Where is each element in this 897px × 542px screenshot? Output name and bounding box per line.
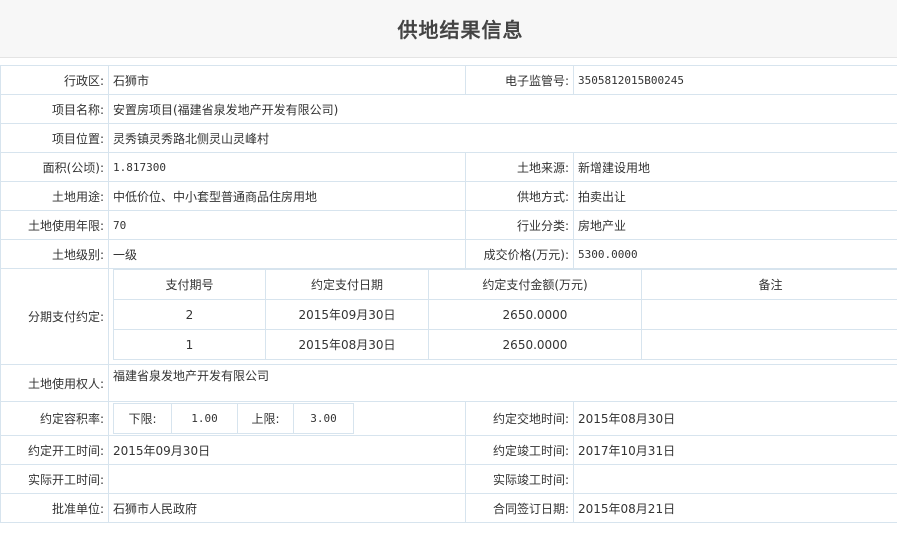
finish-label: 约定竣工时间: <box>465 435 574 465</box>
district-label: 行政区: <box>0 65 109 95</box>
far-lower-label: 下限: <box>113 403 172 434</box>
page-title: 供地结果信息 <box>397 18 524 42</box>
far-table: 下限: 1.00 上限: 3.00 <box>113 403 354 434</box>
table-row: 1 2015年08月30日 2650.0000 <box>113 329 897 360</box>
installment-amount: 2650.0000 <box>428 299 642 330</box>
project-location-value: 灵秀镇灵秀路北侧灵山灵峰村 <box>108 123 897 153</box>
row-use-years: 土地使用年限: 70 行业分类: 房地产业 <box>0 210 897 240</box>
actual-start-value <box>108 464 466 494</box>
installment-cell: 支付期号 约定支付日期 约定支付金额(万元) 备注 2 2015年09月30日 … <box>108 268 897 365</box>
actual-start-label: 实际开工时间: <box>0 464 109 494</box>
header-note: 备注 <box>641 269 897 300</box>
row-project-name: 项目名称: 安置房项目(福建省泉发地产开发有限公司) <box>0 94 897 124</box>
header-date: 约定支付日期 <box>265 269 429 300</box>
actual-finish-value <box>573 464 897 494</box>
delivery-label: 约定交地时间: <box>465 401 574 436</box>
far-upper-label: 上限: <box>237 403 294 434</box>
supply-method-label: 供地方式: <box>465 181 574 211</box>
delivery-value: 2015年08月30日 <box>573 401 897 436</box>
price-label: 成交价格(万元): <box>465 239 574 269</box>
industry-value: 房地产业 <box>573 210 897 240</box>
far-lower-value: 1.00 <box>171 403 238 434</box>
row-actual: 实际开工时间: 实际竣工时间: <box>0 464 897 494</box>
row-installments: 分期支付约定: 支付期号 约定支付日期 约定支付金额(万元) 备注 2 2015… <box>0 268 897 365</box>
installment-note <box>641 299 897 330</box>
land-source-value: 新增建设用地 <box>573 152 897 182</box>
holder-label: 土地使用权人: <box>0 364 109 402</box>
project-name-value: 安置房项目(福建省泉发地产开发有限公司) <box>108 94 897 124</box>
far-cell: 下限: 1.00 上限: 3.00 <box>108 401 466 436</box>
header-period: 支付期号 <box>113 269 266 300</box>
row-project-location: 项目位置: 灵秀镇灵秀路北侧灵山灵峰村 <box>0 123 897 153</box>
approver-value: 石狮市人民政府 <box>108 493 466 523</box>
price-value: 5300.0000 <box>573 239 897 269</box>
installment-period: 1 <box>113 329 266 360</box>
row-land-grade: 土地级别: 一级 成交价格(万元): 5300.0000 <box>0 239 897 269</box>
row-district: 行政区: 石狮市 电子监管号: 3505812015B00245 <box>0 65 897 95</box>
far-label: 约定容积率: <box>0 401 109 436</box>
area-label: 面积(公顷): <box>0 152 109 182</box>
area-value: 1.817300 <box>108 152 466 182</box>
actual-finish-label: 实际竣工时间: <box>465 464 574 494</box>
table-row: 2 2015年09月30日 2650.0000 <box>113 299 897 330</box>
land-grade-label: 土地级别: <box>0 239 109 269</box>
far-upper-value: 3.00 <box>293 403 354 434</box>
supervision-value: 3505812015B00245 <box>573 65 897 95</box>
installment-date: 2015年08月30日 <box>265 329 429 360</box>
project-name-label: 项目名称: <box>0 94 109 124</box>
row-land-use: 土地用途: 中低价位、中小套型普通商品住房用地 供地方式: 拍卖出让 <box>0 181 897 211</box>
installment-note <box>641 329 897 360</box>
installment-table: 支付期号 约定支付日期 约定支付金额(万元) 备注 2 2015年09月30日 … <box>113 269 897 360</box>
land-grade-value: 一级 <box>108 239 466 269</box>
row-area: 面积(公顷): 1.817300 土地来源: 新增建设用地 <box>0 152 897 182</box>
land-supply-table: 行政区: 石狮市 电子监管号: 3505812015B00245 项目名称: 安… <box>0 65 897 523</box>
contract-label: 合同签订日期: <box>465 493 574 523</box>
approver-label: 批准单位: <box>0 493 109 523</box>
start-label: 约定开工时间: <box>0 435 109 465</box>
contract-value: 2015年08月21日 <box>573 493 897 523</box>
installment-header-row: 支付期号 约定支付日期 约定支付金额(万元) 备注 <box>113 269 897 300</box>
use-years-label: 土地使用年限: <box>0 210 109 240</box>
installment-period: 2 <box>113 299 266 330</box>
row-start: 约定开工时间: 2015年09月30日 约定竣工时间: 2017年10月31日 <box>0 435 897 465</box>
row-far: 约定容积率: 下限: 1.00 上限: 3.00 约定交地时间: 2015年08… <box>0 401 897 436</box>
project-location-label: 项目位置: <box>0 123 109 153</box>
page-header: 供地结果信息 <box>0 0 897 58</box>
district-value: 石狮市 <box>108 65 466 95</box>
installment-amount: 2650.0000 <box>428 329 642 360</box>
header-amount: 约定支付金额(万元) <box>428 269 642 300</box>
supervision-label: 电子监管号: <box>465 65 574 95</box>
start-value: 2015年09月30日 <box>108 435 466 465</box>
holder-value: 福建省泉发地产开发有限公司 <box>108 364 897 402</box>
use-years-value: 70 <box>108 210 466 240</box>
land-source-label: 土地来源: <box>465 152 574 182</box>
installment-label: 分期支付约定: <box>0 268 109 365</box>
land-use-label: 土地用途: <box>0 181 109 211</box>
finish-value: 2017年10月31日 <box>573 435 897 465</box>
installment-date: 2015年09月30日 <box>265 299 429 330</box>
industry-label: 行业分类: <box>465 210 574 240</box>
row-approver: 批准单位: 石狮市人民政府 合同签订日期: 2015年08月21日 <box>0 493 897 523</box>
supply-method-value: 拍卖出让 <box>573 181 897 211</box>
row-holder: 土地使用权人: 福建省泉发地产开发有限公司 <box>0 364 897 402</box>
land-use-value: 中低价位、中小套型普通商品住房用地 <box>108 181 466 211</box>
